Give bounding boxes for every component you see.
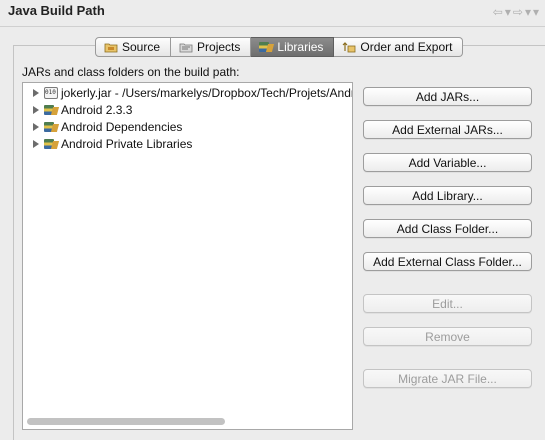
library-icon xyxy=(44,121,58,133)
page-title: Java Build Path xyxy=(8,3,105,18)
projects-icon xyxy=(179,41,193,53)
tab-source[interactable]: Source xyxy=(95,37,172,57)
add-jars-button[interactable]: Add JARs... xyxy=(363,87,532,106)
forward-arrow-icon[interactable]: ⇨ xyxy=(513,5,523,19)
tab-libraries[interactable]: Libraries xyxy=(251,37,335,57)
add-variable-button[interactable]: Add Variable... xyxy=(363,153,532,172)
add-class-folder-button[interactable]: Add Class Folder... xyxy=(363,219,532,238)
tree-item-label: Android 2.3.3 xyxy=(61,102,133,117)
tree-item[interactable]: Android 2.3.3 xyxy=(23,101,132,118)
expand-arrow-icon[interactable] xyxy=(33,122,39,131)
add-library-button[interactable]: Add Library... xyxy=(363,186,532,205)
back-menu-icon[interactable]: ▾ xyxy=(505,5,511,19)
tab-label: Projects xyxy=(197,40,241,54)
back-arrow-icon[interactable]: ⇦ xyxy=(493,5,503,19)
tree-item[interactable]: Android Dependencies xyxy=(23,118,182,135)
add-external-jars-button[interactable]: Add External JARs... xyxy=(363,120,532,139)
tab-label: Libraries xyxy=(277,40,324,54)
migrate-jar-file-button[interactable]: Migrate JAR File... xyxy=(363,369,532,388)
tab-bar: Source Projects Libraries Order and Expo… xyxy=(95,37,464,57)
forward-menu-icon[interactable]: ▾ xyxy=(525,5,531,19)
tree-item-label: Android Dependencies xyxy=(61,119,183,134)
build-path-label: JARs and class folders on the build path… xyxy=(22,65,240,79)
horizontal-scrollbar[interactable] xyxy=(27,418,225,425)
tab-order-and-export[interactable]: Order and Export xyxy=(334,37,464,57)
tree-item-label: jokerly.jar - /Users/markelys/Dropbox/Te… xyxy=(61,85,353,100)
library-icon xyxy=(44,104,58,116)
expand-arrow-icon[interactable] xyxy=(33,88,39,97)
remove-button[interactable]: Remove xyxy=(363,327,532,346)
tab-label: Order and Export xyxy=(360,40,453,54)
expand-arrow-icon[interactable] xyxy=(33,105,39,114)
add-external-class-folder-button[interactable]: Add External Class Folder... xyxy=(363,252,532,271)
order-export-icon xyxy=(342,41,356,53)
history-nav: ⇦ ▾ ⇨ ▾ ▾ xyxy=(493,5,539,19)
tab-label: Source xyxy=(122,40,161,54)
jar-icon xyxy=(44,86,58,99)
expand-arrow-icon[interactable] xyxy=(33,139,39,148)
tree-item-label: Android Private Libraries xyxy=(61,136,193,151)
tree-item[interactable]: Android Private Libraries xyxy=(23,135,192,152)
tab-projects[interactable]: Projects xyxy=(171,37,252,57)
page-header: Java Build Path ⇦ ▾ ⇨ ▾ ▾ xyxy=(0,0,545,27)
view-menu-icon[interactable]: ▾ xyxy=(533,5,539,19)
tree-item[interactable]: jokerly.jar - /Users/markelys/Dropbox/Te… xyxy=(23,84,353,101)
edit-button[interactable]: Edit... xyxy=(363,294,532,313)
build-path-tree[interactable]: jokerly.jar - /Users/markelys/Dropbox/Te… xyxy=(22,82,353,430)
source-folder-icon xyxy=(104,41,118,53)
libraries-icon xyxy=(259,41,273,53)
library-icon xyxy=(44,138,58,150)
